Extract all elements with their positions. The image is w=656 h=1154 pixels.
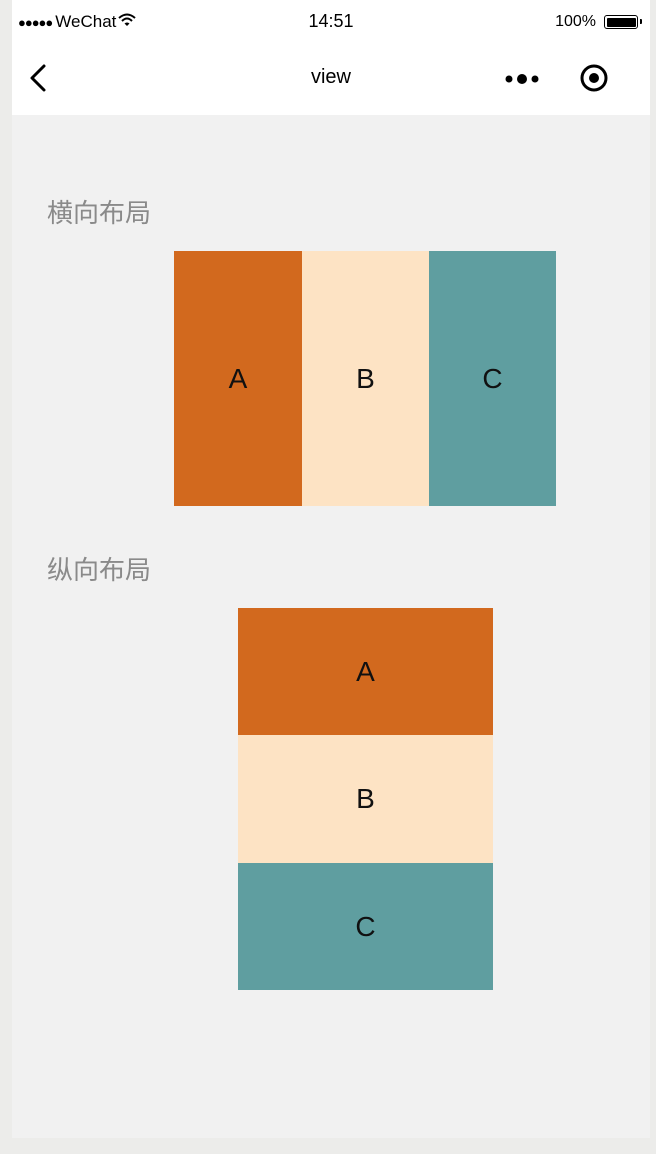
vertical-item-c: C bbox=[238, 863, 493, 990]
battery-percent: 100% bbox=[555, 13, 596, 30]
page-title: view bbox=[310, 66, 351, 88]
status-bar: ●●●●● WeChat 14:51 100% bbox=[12, 0, 650, 40]
vertical-item-b: B bbox=[238, 735, 493, 863]
horizontal-item-b: B bbox=[302, 251, 429, 506]
navigation-bar: view bbox=[12, 40, 650, 115]
more-dots-icon[interactable] bbox=[500, 62, 548, 94]
battery-icon bbox=[604, 15, 642, 29]
status-right: 100% bbox=[555, 13, 642, 31]
vertical-layout-title: 纵向布局 bbox=[47, 555, 152, 585]
horizontal-item-a: A bbox=[174, 251, 302, 506]
horizontal-layout-title: 横向布局 bbox=[47, 198, 152, 228]
vertical-item-a: A bbox=[238, 608, 493, 735]
phone-screen: ●●●●● WeChat 14:51 100% view 横向布局 A B C … bbox=[12, 0, 650, 1138]
capsule-target-icon[interactable] bbox=[578, 62, 610, 94]
horizontal-item-c: C bbox=[429, 251, 556, 506]
